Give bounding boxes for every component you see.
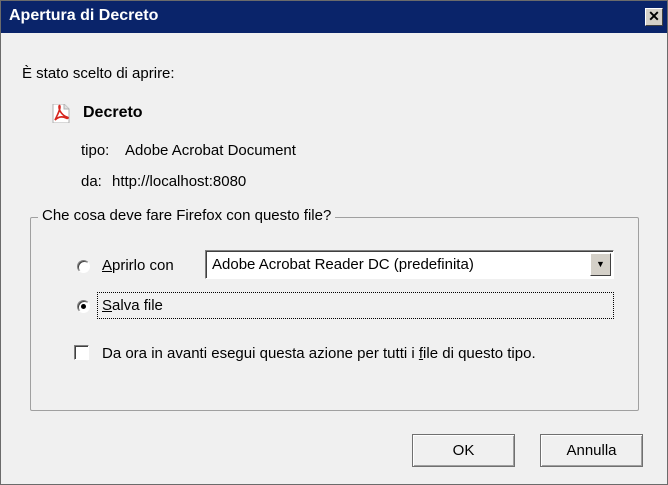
ok-button[interactable]: OK [412, 434, 515, 467]
remember-choice-checkbox[interactable] [74, 345, 89, 360]
cancel-button[interactable]: Annulla [540, 434, 643, 467]
action-group-legend: Che cosa deve fare Firefox con questo fi… [38, 207, 336, 224]
download-dialog: Apertura di Decreto ✕ È stato scelto di … [0, 0, 668, 485]
file-source-label: da: [81, 173, 102, 190]
file-type-value: Adobe Acrobat Document [125, 142, 296, 159]
dialog-title: Apertura di Decreto [9, 7, 159, 24]
remember-choice-label[interactable]: Da ora in avanti esegui questa azione pe… [102, 345, 536, 362]
file-name: Decreto [83, 104, 143, 121]
intro-text: È stato scelto di aprire: [22, 65, 175, 82]
file-type-label: tipo: [81, 142, 110, 159]
open-with-label[interactable]: Aprirlo con [102, 257, 174, 274]
file-source-value: http://localhost:8080 [112, 173, 247, 190]
chevron-down-icon[interactable]: ▼ [590, 253, 611, 276]
close-icon: ✕ [648, 8, 660, 24]
close-button[interactable]: ✕ [645, 8, 663, 26]
open-with-app-value: Adobe Acrobat Reader DC (predefinita) [212, 256, 474, 273]
save-file-radio[interactable] [77, 300, 90, 313]
title-bar[interactable]: Apertura di Decreto ✕ [1, 1, 667, 33]
open-with-radio[interactable] [77, 260, 90, 273]
save-file-label[interactable]: Salva file [102, 297, 163, 314]
open-with-app-select[interactable]: Adobe Acrobat Reader DC (predefinita) ▼ [205, 250, 614, 279]
pdf-icon [52, 104, 70, 123]
save-file-focus-rect [97, 292, 614, 319]
